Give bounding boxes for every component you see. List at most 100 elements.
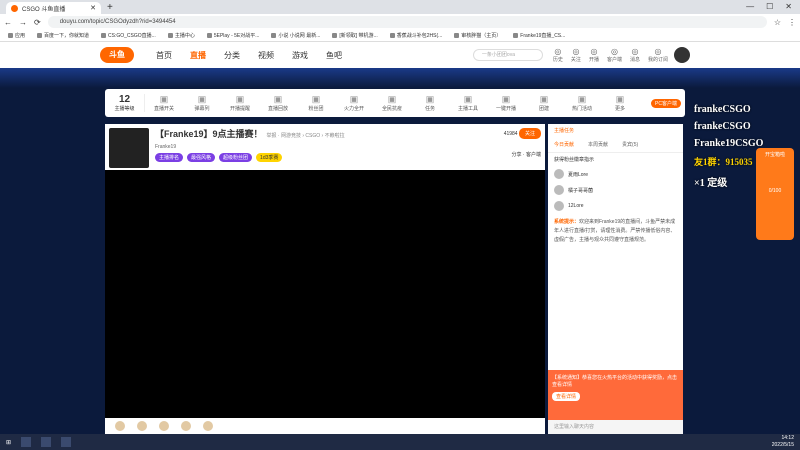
toolbar-item[interactable]: ▣ 直播回放 bbox=[259, 94, 297, 112]
search-input[interactable]: 一条小团团ova bbox=[472, 49, 543, 61]
toolbar-item[interactable]: ▣ 主播工具 bbox=[449, 94, 487, 112]
contribution-tab[interactable]: 今日贡献 bbox=[554, 141, 574, 148]
room-title: 【Franke19】9点主播赛！ bbox=[155, 129, 263, 139]
header-icon-item[interactable]: ◎ 客户端 bbox=[607, 47, 622, 63]
browser-tab[interactable]: CSGO 斗鱼直播 ✕ bbox=[6, 2, 101, 14]
treasure-box-promo[interactable]: 开宝箱啦 0/100 bbox=[756, 148, 794, 240]
taskbar-app-icon[interactable] bbox=[41, 437, 52, 447]
toolbar-label: 粉丝团 bbox=[308, 106, 324, 112]
bookmark-item[interactable]: 主播中心 bbox=[168, 32, 195, 39]
reload-icon[interactable]: ⟳ bbox=[34, 18, 41, 27]
bookmark-item[interactable]: Franke19直播_CS... bbox=[513, 32, 565, 39]
bookmark-item[interactable]: 5EPlay - 5E对战平... bbox=[207, 32, 260, 39]
maximize-icon[interactable]: ☐ bbox=[766, 0, 773, 14]
toolbar-item[interactable]: ▣ 开播提醒 bbox=[221, 94, 259, 112]
chrome-icon[interactable] bbox=[61, 437, 72, 447]
toolbar-item[interactable]: ▣ 弹幕列 bbox=[183, 94, 221, 112]
chat-input[interactable]: 这里输入聊天内容 bbox=[548, 420, 683, 434]
level-label: 主播等级 bbox=[114, 106, 135, 112]
toolbar-icon: ▣ bbox=[387, 94, 397, 104]
toolbar-icon: ▣ bbox=[539, 94, 549, 104]
back-icon[interactable]: ← bbox=[4, 18, 12, 27]
header-icon-item[interactable]: ◎ 开播 bbox=[589, 47, 599, 63]
toolbar-item[interactable]: ▣ 一键开播 bbox=[487, 94, 525, 112]
pc-client-button[interactable]: PC客户端 bbox=[651, 98, 681, 108]
header-icon-item[interactable]: ◎ 历史 bbox=[553, 47, 563, 63]
gift-icon[interactable] bbox=[137, 421, 147, 431]
gift-icon[interactable] bbox=[181, 421, 191, 431]
rank-row[interactable]: 12Lore bbox=[548, 198, 683, 214]
toolbar-icon: ▣ bbox=[349, 94, 359, 104]
toolbar-item[interactable]: ▣ 火力全开 bbox=[335, 94, 373, 112]
header-icon-item[interactable]: ◎ 消息 bbox=[630, 47, 640, 63]
gift-icon[interactable] bbox=[115, 421, 125, 431]
bookmark-item[interactable]: [新领取] 带机游... bbox=[332, 32, 377, 39]
bookmark-item[interactable]: 审核胖猫（主页） bbox=[454, 32, 501, 39]
toolbar-label: 全民抗疫 bbox=[381, 106, 402, 112]
toolbar-item[interactable]: ▣ 团建 bbox=[525, 94, 563, 112]
notice-banner[interactable]: 【系统通知】恭喜您在火热平台的活动中获得奖励，点击查看详情 查看详情 bbox=[548, 370, 683, 420]
windows-start-icon[interactable]: ⊞ bbox=[6, 439, 11, 446]
follow-button[interactable]: 关注 bbox=[518, 128, 541, 139]
new-tab-button[interactable]: + bbox=[107, 2, 113, 14]
toolbar-item[interactable]: ▣ 直播开关 bbox=[145, 94, 183, 112]
bookmark-item[interactable]: 百度一下，你就知道 bbox=[37, 32, 89, 39]
url-field[interactable]: douyu.com/topic/CSGOdyzdh?rid=3494454 bbox=[47, 16, 767, 28]
nav-item[interactable]: 视频 bbox=[258, 50, 274, 61]
gift-icon[interactable] bbox=[203, 421, 213, 431]
star-icon[interactable]: ☆ bbox=[774, 18, 781, 27]
header-icon: ◎ bbox=[554, 47, 562, 56]
header-icon-item[interactable]: ◎ 我的订阅 bbox=[648, 47, 668, 63]
toolbar-label: 直播开关 bbox=[153, 106, 174, 112]
nav-item[interactable]: 游戏 bbox=[292, 50, 308, 61]
forward-icon[interactable]: → bbox=[19, 18, 27, 27]
minimize-icon[interactable]: — bbox=[746, 0, 754, 14]
bookmark-item[interactable]: CS:GO_CSGO直播... bbox=[101, 32, 156, 39]
rank-row[interactable]: 橘子哥哥菌 bbox=[548, 182, 683, 198]
toolbar-item[interactable]: ▣ 任务 bbox=[411, 94, 449, 112]
bookmark-item[interactable]: 香蕉战斗补包2HS(... bbox=[390, 32, 443, 39]
toolbar-item[interactable]: ▣ 更多 bbox=[601, 94, 639, 112]
room-tag[interactable]: 1d3季赛 bbox=[256, 153, 283, 162]
share-button[interactable]: 分享 bbox=[512, 152, 522, 158]
room-tag[interactable]: 超级粉丝团 bbox=[219, 153, 253, 162]
address-bar: ← → ⟳ douyu.com/topic/CSGOdyzdh?rid=3494… bbox=[0, 14, 800, 30]
room-tag[interactable]: 最强风格 bbox=[187, 153, 216, 162]
toolbar-icon: ▣ bbox=[159, 94, 169, 104]
taskbar: ⊞ 14:12 2022/5/15 bbox=[0, 434, 800, 450]
client-button[interactable]: 客户端 bbox=[526, 152, 541, 158]
nav-item[interactable]: 分类 bbox=[224, 50, 240, 61]
nav-item[interactable]: 直播 bbox=[190, 50, 206, 61]
contribution-tab[interactable]: 本周贡献 bbox=[588, 141, 608, 148]
toolbar-icon: ▣ bbox=[425, 94, 435, 104]
nav-item[interactable]: 首页 bbox=[156, 50, 172, 61]
contribution-tab[interactable]: 贵宾(5) bbox=[622, 141, 638, 148]
nav-item[interactable]: 鱼吧 bbox=[326, 50, 342, 61]
site-header: 斗鱼 首页 直播 分类 视频 游戏 鱼吧 一条小团团ova ◎ 历史 ◎ 关注 ◎ 开播 ◎ 客户端 ◎ 消… bbox=[0, 42, 800, 68]
bookmark-item[interactable]: 小说 小说网 最新... bbox=[271, 32, 320, 39]
gift-icon[interactable] bbox=[159, 421, 169, 431]
room-tag[interactable]: 主播排名 bbox=[155, 153, 184, 162]
user-avatar[interactable] bbox=[674, 47, 690, 63]
toolbar-item[interactable]: ▣ 热门活动 bbox=[563, 94, 601, 112]
rank-row[interactable]: 夏雨Lore bbox=[548, 166, 683, 182]
douyu-logo[interactable]: 斗鱼 bbox=[100, 47, 134, 63]
close-window-icon[interactable]: ✕ bbox=[785, 0, 792, 14]
video-player[interactable] bbox=[105, 170, 545, 418]
header-icons: ◎ 历史 ◎ 关注 ◎ 开播 ◎ 客户端 ◎ 消息 ◎ 我的订阅 bbox=[553, 47, 668, 63]
taskbar-app-icon[interactable] bbox=[21, 437, 32, 447]
toolbar-item[interactable]: ▣ 全民抗疫 bbox=[373, 94, 411, 112]
sidebar-head[interactable]: 主播任务 bbox=[548, 124, 683, 137]
menu-icon[interactable]: ⋮ bbox=[788, 18, 796, 27]
bookmark-item[interactable]: 应用 bbox=[8, 32, 25, 39]
header-icon-item[interactable]: ◎ 关注 bbox=[571, 47, 581, 63]
toolbar-icon: ▣ bbox=[235, 94, 245, 104]
rank-list: 夏雨Lore 橘子哥哥菌 12Lore bbox=[548, 166, 683, 214]
notice-button[interactable]: 查看详情 bbox=[552, 392, 581, 401]
anchor-avatar[interactable] bbox=[109, 128, 149, 168]
anchor-name[interactable]: Franke19 bbox=[155, 144, 415, 150]
toolbar-item[interactable]: ▣ 粉丝团 bbox=[297, 94, 335, 112]
bookmarks-bar: 应用 百度一下，你就知道 CS:GO_CSGO直播... 主播中心 5EPlay - 5… bbox=[0, 30, 800, 42]
close-tab-icon[interactable]: ✕ bbox=[90, 4, 96, 12]
header-icon-label: 开播 bbox=[588, 57, 599, 63]
